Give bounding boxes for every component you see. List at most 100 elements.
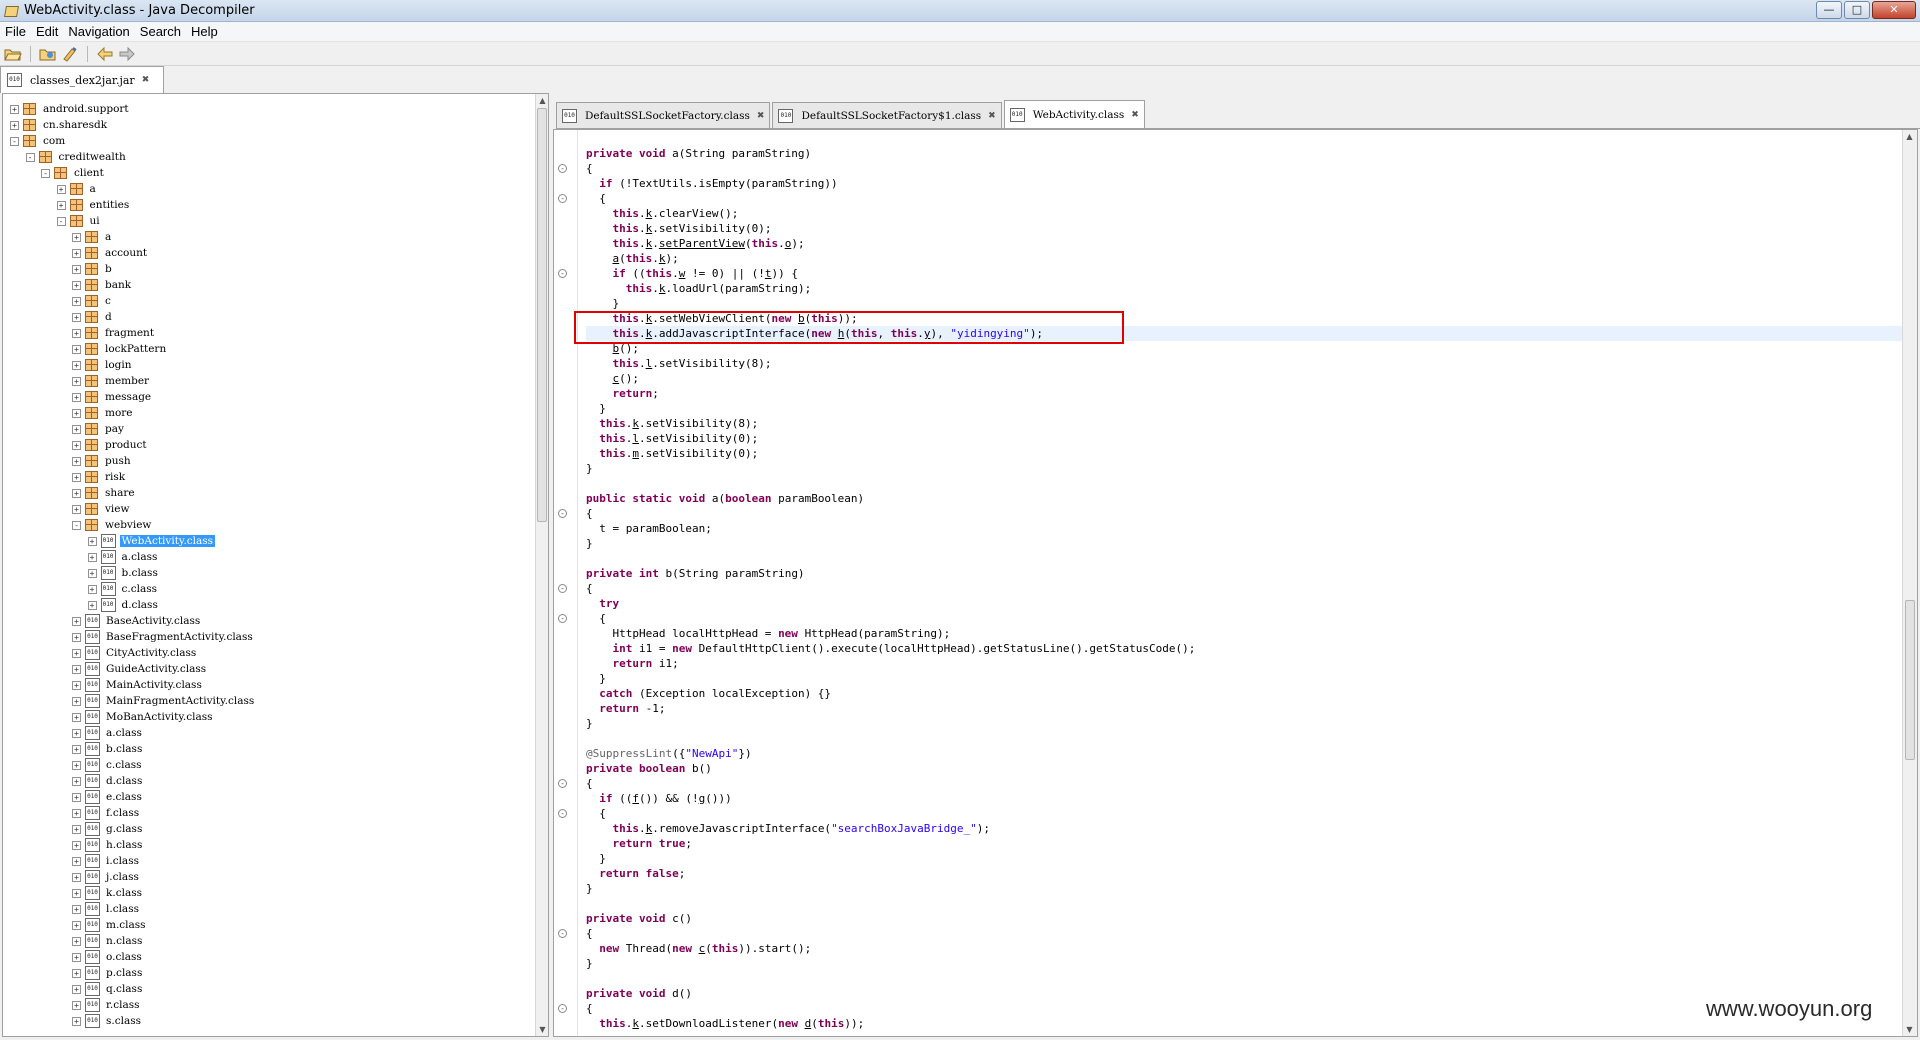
close-button[interactable]: ✕	[1872, 1, 1916, 19]
tree-class-item[interactable]: +010 r.class	[3, 997, 533, 1013]
code-line[interactable]: private void c()	[586, 911, 1917, 926]
fold-toggle-icon[interactable]: -	[558, 269, 567, 278]
tree-package-item[interactable]: + more	[3, 405, 533, 421]
scroll-down-icon[interactable]: ▼	[1903, 1023, 1916, 1036]
code-line[interactable]: this.k.loadUrl(paramString);	[586, 281, 1917, 296]
fold-toggle-icon[interactable]: -	[558, 614, 567, 623]
code-line[interactable]: HttpHead localHttpHead = new HttpHead(pa…	[586, 626, 1917, 641]
collapse-icon[interactable]: -	[41, 168, 50, 178]
code-line[interactable]: public static void a(boolean paramBoolea…	[586, 491, 1917, 506]
expand-icon[interactable]: +	[72, 744, 81, 754]
tree-package-item[interactable]: + risk	[3, 469, 533, 485]
expand-icon[interactable]: +	[72, 488, 81, 498]
expand-icon[interactable]: +	[72, 232, 81, 242]
code-line[interactable]: }	[586, 296, 1917, 311]
expand-icon[interactable]: +	[87, 568, 97, 578]
code-line[interactable]: {	[586, 776, 1917, 791]
menu-navigation[interactable]: Navigation	[63, 24, 134, 39]
code-line[interactable]: this.k.setVisibility(0);	[586, 221, 1917, 236]
expand-icon[interactable]: +	[72, 952, 81, 962]
expand-icon[interactable]: +	[72, 472, 81, 482]
tree-class-item[interactable]: +010 GuideActivity.class	[3, 661, 533, 677]
tree-class-item[interactable]: +010 c.class	[3, 757, 533, 773]
editor-tab[interactable]: 010 DefaultSSLSocketFactory$1.class ✖	[772, 102, 1002, 128]
tree-package-item[interactable]: + entities	[3, 197, 533, 213]
code-line[interactable]: new Thread(new c(this)).start();	[586, 941, 1917, 956]
tree-class-item[interactable]: +010 BaseFragmentActivity.class	[3, 629, 533, 645]
code-line[interactable]: return -1;	[586, 701, 1917, 716]
expand-icon[interactable]: +	[72, 984, 81, 994]
expand-icon[interactable]: +	[72, 312, 81, 322]
expand-icon[interactable]: +	[72, 1000, 81, 1010]
scroll-down-icon[interactable]: ▼	[536, 1023, 548, 1036]
editor-scrollbar[interactable]: ▲ ▼	[1902, 130, 1917, 1036]
tree-class-item[interactable]: +010 b.class	[3, 741, 533, 757]
forward-icon[interactable]	[117, 44, 137, 64]
tree-package-item[interactable]: + lockPattern	[3, 341, 533, 357]
tree-package-item[interactable]: + account	[3, 245, 533, 261]
code-line[interactable]: if ((this.w != 0) || (!t)) {	[586, 266, 1917, 281]
expand-icon[interactable]: +	[10, 104, 19, 114]
expand-icon[interactable]: +	[72, 280, 81, 290]
close-tab-icon[interactable]: ✖	[142, 75, 150, 85]
code-line[interactable]: private int b(String paramString)	[586, 566, 1917, 581]
close-tab-icon[interactable]: ✖	[757, 111, 765, 121]
code-line[interactable]: if (!TextUtils.isEmpty(paramString))	[586, 176, 1917, 191]
tree-package-item[interactable]: - ui	[3, 213, 533, 229]
code-line[interactable]: }	[586, 671, 1917, 686]
code-line[interactable]: this.k.removeJavascriptInterface("search…	[586, 821, 1917, 836]
code-line[interactable]: this.k.setWebViewClient(new b(this));	[586, 311, 1917, 326]
tree-class-item[interactable]: +010 o.class	[3, 949, 533, 965]
tree-class-item[interactable]: +010 a.class	[3, 549, 533, 565]
code-line[interactable]: private void a(String paramString)	[586, 146, 1917, 161]
tree-class-item[interactable]: +010 n.class	[3, 933, 533, 949]
tree-class-item[interactable]: +010 BaseActivity.class	[3, 613, 533, 629]
code-line[interactable]: return i1;	[586, 656, 1917, 671]
collapse-icon[interactable]: -	[56, 216, 66, 226]
search-icon[interactable]	[60, 44, 80, 64]
tree-class-item[interactable]: +010 d.class	[3, 597, 533, 613]
expand-icon[interactable]: +	[10, 120, 19, 130]
tree-package-item[interactable]: + android.support	[3, 101, 533, 117]
tree-class-item[interactable]: +010 k.class	[3, 885, 533, 901]
code-line[interactable]: @SuppressLint({"NewApi"})	[586, 746, 1917, 761]
maximize-button[interactable]: □	[1844, 1, 1870, 19]
code-line[interactable]: }	[586, 401, 1917, 416]
code-line[interactable]: }	[586, 716, 1917, 731]
editor-tab[interactable]: 010 WebActivity.class ✖	[1003, 100, 1145, 128]
tree-class-item[interactable]: +010 a.class	[3, 725, 533, 741]
jar-tab[interactable]: 010 classes_dex2jar.jar ✖	[0, 66, 164, 93]
code-line[interactable]: if ((f()) && (!g()))	[586, 791, 1917, 806]
tree-class-item[interactable]: +010 j.class	[3, 869, 533, 885]
code-line[interactable]: {	[586, 806, 1917, 821]
expand-icon[interactable]: +	[72, 504, 81, 514]
expand-icon[interactable]: +	[72, 360, 81, 370]
scroll-thumb[interactable]	[1905, 600, 1915, 760]
code-line[interactable]: b();	[586, 341, 1917, 356]
expand-icon[interactable]: +	[72, 776, 81, 786]
fold-toggle-icon[interactable]: -	[558, 509, 567, 518]
tree-class-item[interactable]: +010 l.class	[3, 901, 533, 917]
expand-icon[interactable]: +	[72, 264, 81, 274]
expand-icon[interactable]: +	[72, 664, 81, 674]
expand-icon[interactable]: +	[72, 680, 81, 690]
expand-icon[interactable]: +	[72, 616, 81, 626]
code-line[interactable]: }	[586, 461, 1917, 476]
tree-class-item[interactable]: +010 MoBanActivity.class	[3, 709, 533, 725]
code-line[interactable]: {	[586, 191, 1917, 206]
tree-class-item[interactable]: +010 p.class	[3, 965, 533, 981]
minimize-button[interactable]: —	[1816, 1, 1842, 19]
collapse-icon[interactable]: -	[10, 136, 19, 146]
open-type-icon[interactable]	[38, 44, 58, 64]
tree-package-item[interactable]: + c	[3, 293, 533, 309]
tree-package-item[interactable]: + fragment	[3, 325, 533, 341]
expand-icon[interactable]: +	[72, 408, 81, 418]
fold-toggle-icon[interactable]: -	[558, 1004, 567, 1013]
code-line[interactable]: c();	[586, 371, 1917, 386]
code-line[interactable]: }	[586, 536, 1917, 551]
code-line[interactable]: t = paramBoolean;	[586, 521, 1917, 536]
code-line[interactable]: return false;	[586, 866, 1917, 881]
close-tab-icon[interactable]: ✖	[1131, 110, 1139, 120]
code-line[interactable]: this.m.setVisibility(0);	[586, 446, 1917, 461]
tree-package-item[interactable]: + view	[3, 501, 533, 517]
